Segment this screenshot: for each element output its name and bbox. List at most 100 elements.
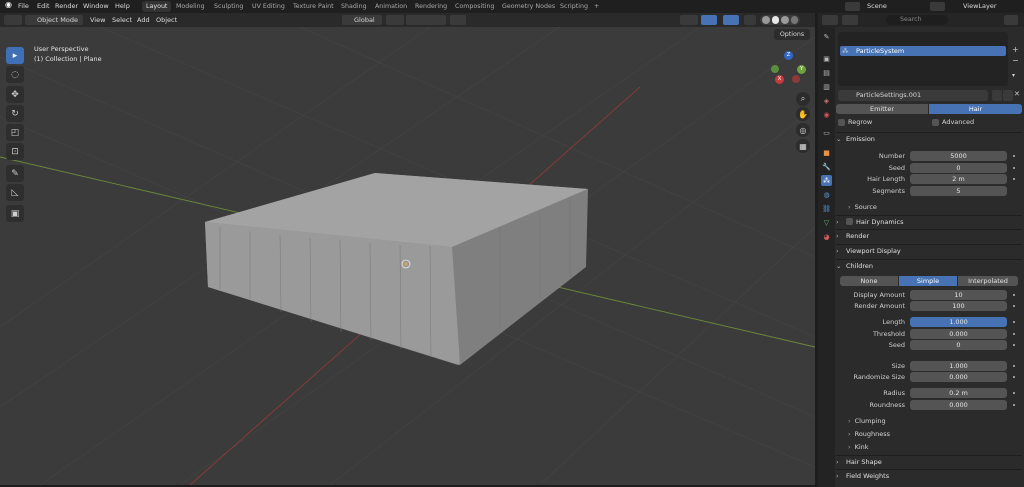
material-tab-icon[interactable]: ◕ bbox=[821, 231, 832, 242]
neg-y-axis-icon[interactable] bbox=[771, 65, 779, 73]
rendered-shading-icon[interactable] bbox=[790, 16, 798, 24]
length-slider[interactable]: 1.000 bbox=[910, 317, 1007, 327]
output-tab-icon[interactable]: ▤ bbox=[821, 67, 832, 78]
hair-shape-section-header[interactable]: › Hair Shape bbox=[836, 456, 1022, 468]
tab-geometry-nodes[interactable]: Geometry Nodes bbox=[498, 1, 559, 12]
duplicate-icon[interactable] bbox=[1003, 90, 1013, 101]
menu-object[interactable]: Object bbox=[156, 16, 177, 24]
menu-file[interactable]: File bbox=[18, 2, 29, 10]
overlay-toggle-icon[interactable] bbox=[723, 15, 739, 25]
world-tab-icon[interactable]: ◉ bbox=[821, 109, 832, 120]
mode-dropdown[interactable]: Object Mode bbox=[25, 15, 83, 25]
source-subpanel[interactable]: › Source bbox=[848, 203, 877, 211]
number-field[interactable]: 5000 bbox=[910, 151, 1007, 161]
select-box-tool-icon[interactable]: ▸ bbox=[6, 47, 24, 64]
roundness-slider[interactable]: 0.000 bbox=[910, 400, 1007, 410]
constraints-tab-icon[interactable]: ⛓ bbox=[821, 203, 832, 214]
zoom-icon[interactable]: ⌕ bbox=[796, 92, 810, 106]
annotate-tool-icon[interactable]: ✎ bbox=[6, 165, 24, 182]
segments-field[interactable]: 5 bbox=[910, 186, 1007, 196]
display-mode-icon[interactable] bbox=[842, 15, 858, 25]
add-slot-icon[interactable]: + bbox=[1012, 45, 1019, 54]
render-tab-icon[interactable]: ▣ bbox=[821, 53, 832, 64]
x-axis-icon[interactable]: X bbox=[775, 75, 784, 84]
fake-user-icon[interactable] bbox=[992, 90, 1002, 101]
z-axis-icon[interactable]: Z bbox=[784, 51, 793, 60]
particle-settings-field[interactable]: ParticleSettings.001 bbox=[838, 90, 988, 101]
xray-icon[interactable] bbox=[744, 15, 756, 25]
tab-shading[interactable]: Shading bbox=[337, 1, 371, 12]
snap-icon[interactable] bbox=[406, 15, 446, 25]
tab-scripting[interactable]: Scripting bbox=[556, 1, 592, 12]
scene-browse-icon[interactable] bbox=[845, 2, 860, 11]
hair-length-field[interactable]: 2 m bbox=[910, 174, 1007, 184]
axis-gizmo[interactable]: Z Y X bbox=[770, 51, 806, 87]
editor-type-icon[interactable] bbox=[822, 15, 838, 25]
scene-name[interactable]: Scene bbox=[867, 2, 887, 10]
menu-help[interactable]: Help bbox=[115, 2, 130, 10]
camera-view-icon[interactable]: ◎ bbox=[796, 123, 810, 137]
slot-specials-icon[interactable]: ▾ bbox=[1012, 72, 1015, 79]
seed-field[interactable]: 0 bbox=[910, 163, 1007, 173]
unlink-icon[interactable]: ✕ bbox=[1014, 90, 1022, 101]
neg-x-axis-icon[interactable] bbox=[792, 75, 800, 83]
tab-compositing[interactable]: Compositing bbox=[451, 1, 498, 12]
tool-tab-icon[interactable]: ✎ bbox=[821, 31, 832, 42]
emission-section-header[interactable]: ⌄ Emission bbox=[836, 133, 1022, 145]
solid-shading-icon[interactable] bbox=[771, 16, 779, 24]
children-seed-field[interactable]: 0 bbox=[910, 340, 1007, 350]
children-section-header[interactable]: ⌄ Children bbox=[836, 260, 1022, 272]
render-section-header[interactable]: › Render bbox=[836, 230, 1022, 242]
search-input[interactable]: Search bbox=[886, 15, 948, 25]
menu-add[interactable]: Add bbox=[137, 16, 150, 24]
advanced-checkbox[interactable] bbox=[932, 119, 939, 126]
list-item-particle-system[interactable]: ParticleSystem bbox=[840, 46, 1006, 56]
add-workspace-icon[interactable]: + bbox=[594, 2, 599, 10]
render-amount-field[interactable]: 100 bbox=[910, 301, 1007, 311]
pivot-icon[interactable] bbox=[386, 15, 404, 25]
tab-rendering[interactable]: Rendering bbox=[411, 1, 451, 12]
children-simple-tab[interactable]: Simple bbox=[899, 276, 957, 286]
hair-dynamics-checkbox[interactable] bbox=[846, 218, 853, 225]
menu-window[interactable]: Window bbox=[83, 2, 109, 10]
clumping-subpanel[interactable]: › Clumping bbox=[848, 417, 886, 425]
regrow-checkbox[interactable] bbox=[838, 119, 845, 126]
modifier-tab-icon[interactable]: 🔧 bbox=[821, 161, 832, 172]
filter-icon[interactable] bbox=[1004, 15, 1018, 25]
tab-modeling[interactable]: Modeling bbox=[172, 1, 209, 12]
tab-animation[interactable]: Animation bbox=[371, 1, 411, 12]
tab-layout[interactable]: Layout bbox=[142, 1, 172, 12]
particles-tab-icon[interactable]: ⁂ bbox=[821, 175, 832, 186]
size-field[interactable]: 1.000 bbox=[910, 361, 1007, 371]
move-tool-icon[interactable]: ✥ bbox=[6, 86, 24, 103]
particle-system-list[interactable]: ParticleSystem ⁂ bbox=[838, 32, 1008, 86]
randomize-size-slider[interactable]: 0.000 bbox=[910, 372, 1007, 382]
menu-edit[interactable]: Edit bbox=[37, 2, 50, 10]
tab-sculpting[interactable]: Sculpting bbox=[210, 1, 247, 12]
measure-tool-icon[interactable]: ◺ bbox=[6, 184, 24, 201]
blender-logo-icon[interactable]: ◉ bbox=[5, 0, 12, 9]
y-axis-icon[interactable]: Y bbox=[797, 65, 806, 74]
transform-tool-icon[interactable]: ⊡ bbox=[6, 143, 24, 160]
material-shading-icon[interactable] bbox=[781, 16, 789, 24]
field-weights-section-header[interactable]: › Field Weights bbox=[836, 470, 1022, 482]
collection-tab-icon[interactable]: ▭ bbox=[821, 127, 832, 138]
data-tab-icon[interactable]: ▽ bbox=[821, 217, 832, 228]
perspective-toggle-icon[interactable]: ▦ bbox=[796, 139, 810, 153]
threshold-slider[interactable]: 0.000 bbox=[910, 329, 1007, 339]
gizmo-toggle-icon[interactable] bbox=[701, 15, 717, 25]
rotate-tool-icon[interactable]: ↻ bbox=[6, 105, 24, 122]
shading-mode-group[interactable] bbox=[760, 15, 800, 25]
scene-tab-icon[interactable]: ◈ bbox=[821, 95, 832, 106]
options-button[interactable]: Options bbox=[774, 29, 810, 40]
hair-tab[interactable]: Hair bbox=[929, 104, 1022, 114]
kink-subpanel[interactable]: › Kink bbox=[848, 443, 869, 451]
wireframe-shading-icon[interactable] bbox=[762, 16, 770, 24]
cursor-tool-icon[interactable]: ◌ bbox=[6, 66, 24, 83]
view-layer-icon[interactable] bbox=[930, 2, 945, 11]
proportional-edit-icon[interactable] bbox=[450, 15, 466, 25]
view-layer-name[interactable]: ViewLayer bbox=[963, 2, 997, 10]
radius-field[interactable]: 0.2 m bbox=[910, 388, 1007, 398]
add-cube-tool-icon[interactable]: ▣ bbox=[6, 205, 24, 222]
physics-tab-icon[interactable]: ◍ bbox=[821, 189, 832, 200]
